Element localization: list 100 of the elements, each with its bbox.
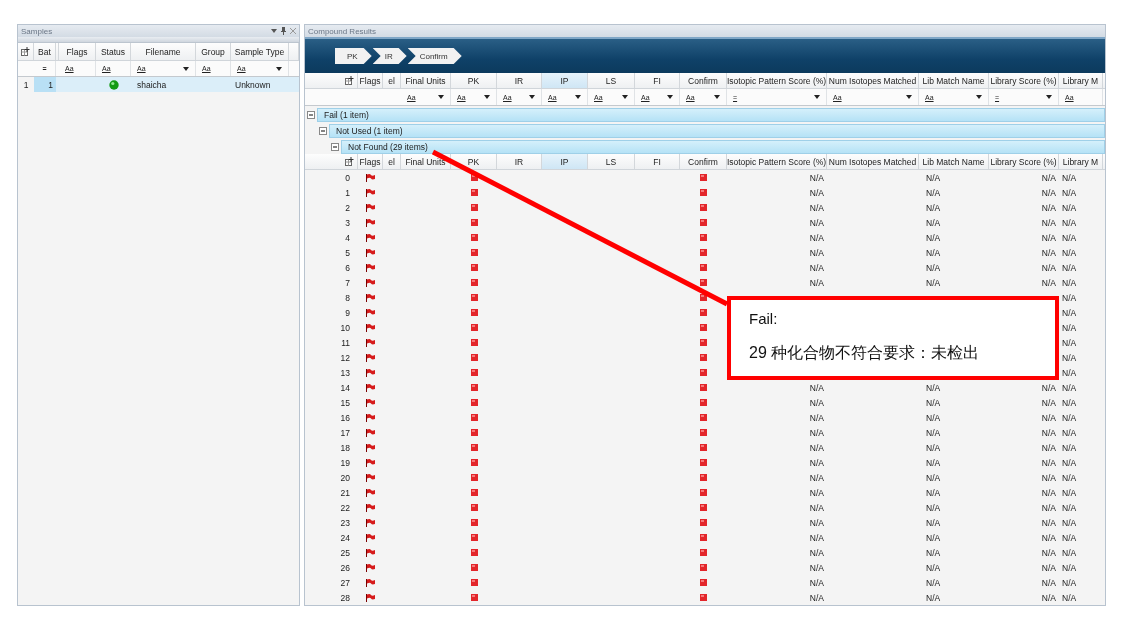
- column-header[interactable]: Filename: [131, 43, 196, 60]
- dropdown-caret-icon[interactable]: [484, 95, 490, 99]
- table-cell: N/A: [926, 427, 941, 438]
- dropdown-caret-icon[interactable]: [438, 95, 444, 99]
- table-cell: N/A: [809, 562, 824, 573]
- column-header[interactable]: PK: [451, 73, 497, 88]
- column-header[interactable]: Library Score (%): [989, 154, 1059, 169]
- table-cell: N/A: [926, 202, 941, 213]
- table-cell: N/A: [809, 202, 824, 213]
- column-header[interactable]: Confirm: [680, 73, 727, 88]
- column-chooser-icon[interactable]: [345, 157, 354, 166]
- breadcrumb-item[interactable]: Confirm: [407, 48, 462, 64]
- group-row[interactable]: Not Used (1 item): [329, 123, 1105, 138]
- column-header[interactable]: Lib Match Name: [919, 154, 989, 169]
- breadcrumb-item[interactable]: IR: [372, 48, 407, 64]
- collapse-icon[interactable]: [319, 126, 327, 135]
- table-cell: N/A: [1062, 292, 1077, 303]
- dropdown-caret-icon[interactable]: [814, 95, 820, 99]
- column-chooser-icon[interactable]: [21, 47, 30, 56]
- fail-marker-icon: [470, 564, 478, 571]
- fail-marker-icon: [470, 264, 478, 271]
- dropdown-caret-icon[interactable]: [906, 95, 912, 99]
- flag-icon: [366, 323, 375, 332]
- flag-icon: [366, 383, 375, 392]
- fail-marker-icon: [700, 219, 707, 226]
- fail-marker-icon: [470, 294, 478, 301]
- fail-marker-icon: [700, 594, 707, 601]
- column-header[interactable]: Library M: [1059, 73, 1103, 88]
- dropdown-caret-icon[interactable]: [1046, 95, 1052, 99]
- fail-marker-icon: [470, 399, 478, 406]
- table-cell: N/A: [1062, 367, 1077, 378]
- column-header[interactable]: el: [383, 154, 401, 169]
- column-header[interactable]: Library M: [1059, 154, 1103, 169]
- dropdown-caret-icon[interactable]: [622, 95, 628, 99]
- column-header[interactable]: Isotopic Pattern Score (%): [727, 73, 827, 88]
- table-cell: N/A: [1062, 577, 1077, 588]
- collapse-icon[interactable]: [331, 142, 339, 151]
- breadcrumb-item[interactable]: PK: [335, 48, 372, 64]
- column-header[interactable]: Group: [196, 43, 231, 60]
- dropdown-caret-icon[interactable]: [976, 95, 982, 99]
- column-header[interactable]: IP: [542, 73, 588, 88]
- table-cell: N/A: [926, 262, 941, 273]
- column-header[interactable]: Final Units: [401, 154, 451, 169]
- dropdown-caret-icon[interactable]: [575, 95, 581, 99]
- table-cell: N/A: [1062, 532, 1077, 543]
- fail-marker-icon: [470, 549, 478, 556]
- group-row[interactable]: Not Found (29 items): [341, 139, 1105, 154]
- column-header[interactable]: LS: [588, 154, 635, 169]
- table-cell: N/A: [809, 172, 824, 183]
- fail-marker-icon: [700, 279, 707, 286]
- fail-marker-icon: [470, 474, 478, 481]
- dropdown-caret-icon[interactable]: [714, 95, 720, 99]
- dropdown-caret-icon[interactable]: [529, 95, 535, 99]
- group-row[interactable]: Fail (1 item): [317, 107, 1105, 122]
- table-cell: N/A: [1062, 427, 1077, 438]
- column-header[interactable]: Library Score (%): [989, 73, 1059, 88]
- table-cell: N/A: [926, 382, 941, 393]
- column-header[interactable]: Isotopic Pattern Score (%): [727, 154, 827, 169]
- row-number: 10: [339, 321, 351, 335]
- column-header[interactable]: Num Isotopes Matched: [827, 73, 919, 88]
- table-cell: N/A: [926, 397, 941, 408]
- column-header[interactable]: Sample Type: [231, 43, 289, 60]
- row-number: 28: [339, 591, 351, 605]
- column-header[interactable]: Num Isotopes Matched: [827, 154, 919, 169]
- table-cell: N/A: [926, 277, 941, 288]
- column-chooser-icon[interactable]: [345, 76, 354, 85]
- column-header[interactable]: Status: [96, 43, 131, 60]
- column-header[interactable]: el: [383, 73, 401, 88]
- column-header[interactable]: FI: [635, 154, 680, 169]
- table-cell: N/A: [809, 412, 824, 423]
- table-cell: N/A: [1062, 382, 1077, 393]
- table-cell: N/A: [809, 457, 824, 468]
- flag-icon: [366, 578, 375, 587]
- fail-marker-icon: [470, 459, 478, 466]
- flag-icon: [366, 488, 375, 497]
- row-number: 26: [339, 561, 351, 575]
- dropdown-caret-icon[interactable]: [667, 95, 673, 99]
- table-cell: N/A: [1062, 202, 1077, 213]
- table-cell: N/A: [1062, 277, 1077, 288]
- column-header[interactable]: Bat: [34, 43, 56, 60]
- column-header[interactable]: FI: [635, 73, 680, 88]
- pin-icon[interactable]: [281, 27, 286, 35]
- table-cell: N/A: [926, 517, 941, 528]
- fail-marker-icon: [700, 354, 707, 361]
- column-header[interactable]: Final Units: [401, 73, 451, 88]
- column-header[interactable]: IP: [542, 154, 588, 169]
- column-header[interactable]: Lib Match Name: [919, 73, 989, 88]
- collapse-icon[interactable]: [307, 110, 315, 119]
- column-header[interactable]: Flags: [358, 73, 383, 88]
- column-header[interactable]: PK: [451, 154, 497, 169]
- column-header[interactable]: LS: [588, 73, 635, 88]
- column-header[interactable]: Flags: [59, 43, 96, 60]
- table-cell: N/A: [809, 547, 824, 558]
- dropdown-caret-icon[interactable]: [183, 66, 189, 71]
- column-header[interactable]: Confirm: [680, 154, 727, 169]
- table-cell: N/A: [926, 532, 941, 543]
- column-header[interactable]: Flags: [358, 154, 383, 169]
- flag-icon: [366, 233, 375, 242]
- flag-icon: [366, 548, 375, 557]
- dropdown-caret-icon[interactable]: [276, 66, 282, 71]
